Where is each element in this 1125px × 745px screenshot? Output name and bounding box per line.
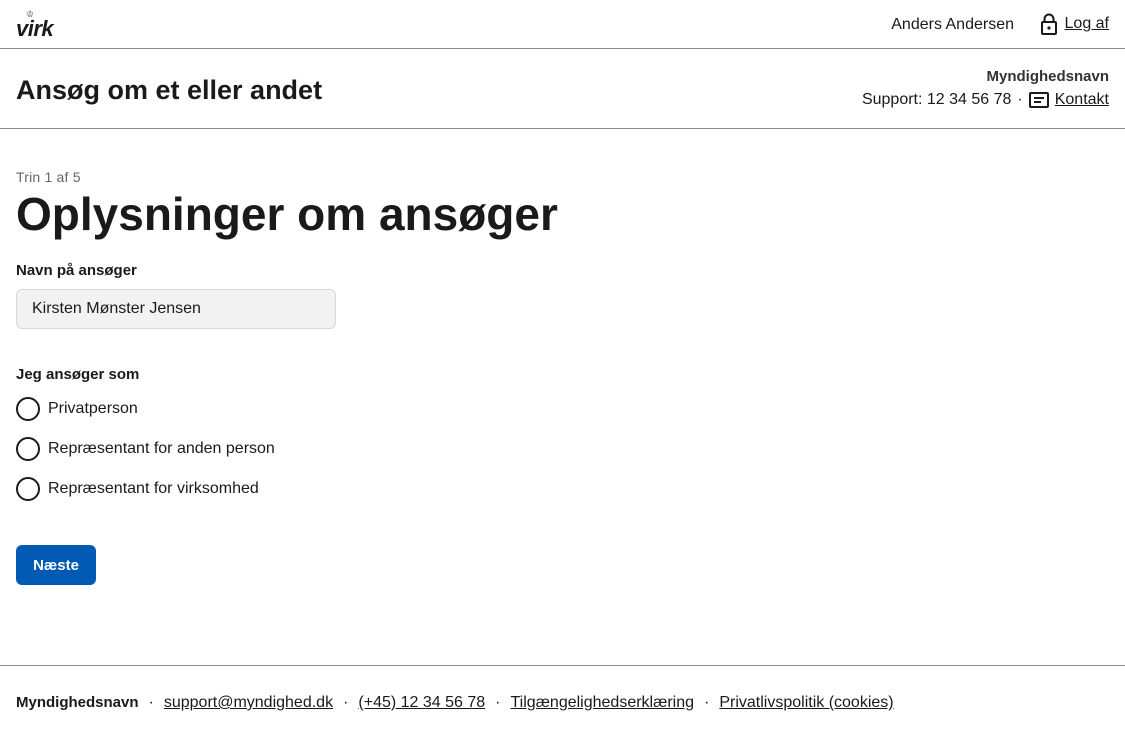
separator: ·	[704, 694, 710, 711]
footer-authority: Myndighedsnavn	[16, 694, 139, 711]
next-button[interactable]: Næste	[16, 545, 96, 585]
top-bar: ♔ virk Anders Andersen Log af	[0, 0, 1125, 49]
separator: ·	[343, 694, 349, 711]
radio-label: Privatperson	[48, 400, 138, 417]
radio-button[interactable]	[16, 397, 40, 421]
role-group-label: Jeg ansøger som	[16, 366, 140, 383]
separator: ·	[1017, 91, 1023, 108]
user-name: Anders Andersen	[891, 16, 1014, 33]
radio-representative-company[interactable]: Repræsentant for virksomhed	[16, 477, 259, 501]
app-title: Ansøg om et eller andet	[16, 75, 323, 105]
footer: Myndighedsnavn · support@myndighed.dk · …	[0, 665, 1125, 745]
support-phone-link[interactable]: (+45) 12 34 56 78	[358, 693, 485, 713]
contact-link[interactable]: Kontakt	[1055, 90, 1109, 110]
message-icon	[1028, 92, 1049, 108]
privacy-policy-link[interactable]: Privatlivspolitik (cookies)	[719, 693, 893, 713]
authority-name: Myndighedsnavn	[986, 68, 1109, 85]
lock-icon	[1040, 13, 1057, 35]
footer-links: Myndighedsnavn · support@myndighed.dk · …	[16, 693, 894, 713]
separator: ·	[148, 694, 154, 711]
support-phone: Support: 12 34 56 78	[861, 91, 1012, 108]
separator: ·	[495, 694, 501, 711]
support-email-link[interactable]: support@myndighed.dk	[164, 693, 333, 713]
radio-button[interactable]	[16, 437, 40, 461]
name-field-label: Navn på ansøger	[16, 262, 137, 279]
radio-private-person[interactable]: Privatperson	[16, 397, 138, 421]
radio-label: Repræsentant for anden person	[48, 440, 275, 457]
logout-link[interactable]: Log af	[1040, 13, 1109, 35]
applicant-name-input[interactable]	[16, 289, 336, 329]
virk-logo[interactable]: ♔ virk	[16, 10, 56, 41]
radio-label: Repræsentant for virksomhed	[48, 480, 259, 497]
accessibility-statement-link[interactable]: Tilgængelighedserklæring	[511, 693, 695, 713]
support-info: Support: 12 34 56 78 · Kontakt	[862, 90, 1109, 110]
app-header: Ansøg om et eller andet Myndighedsnavn S…	[0, 49, 1125, 129]
radio-representative-person[interactable]: Repræsentant for anden person	[16, 437, 275, 461]
radio-button[interactable]	[16, 477, 40, 501]
logo-text: virk	[16, 16, 54, 41]
page-title: Oplysninger om ansøger	[16, 188, 558, 240]
step-indicator: Trin 1 af 5	[16, 169, 81, 185]
logout-label: Log af	[1064, 15, 1109, 32]
